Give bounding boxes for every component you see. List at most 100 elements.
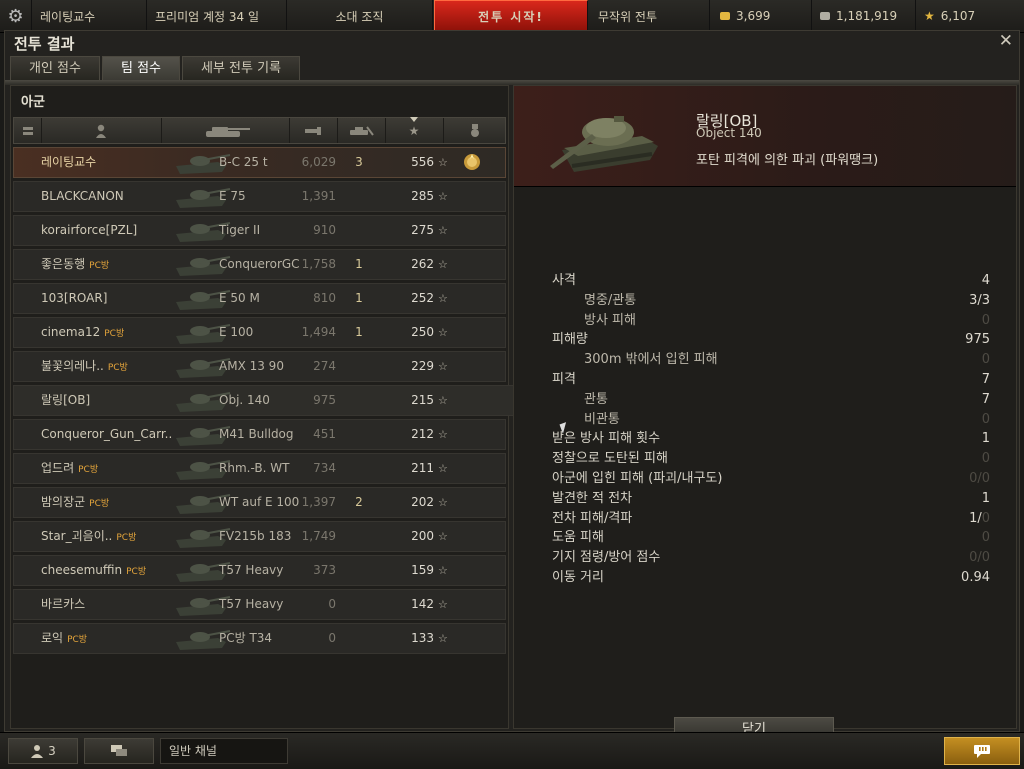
message-icon xyxy=(974,745,990,758)
player-name-cell: BLACKCANON xyxy=(41,182,124,211)
table-row[interactable]: korairforce[PZL] Tiger II 910 275 ☆ xyxy=(13,215,506,246)
table-row[interactable]: Star_괴음이.. PC방 FV215b 183 1,749 200 ☆ xyxy=(13,521,506,552)
table-row[interactable]: 103[ROAR] E 50 M 810 1 252 ☆ xyxy=(13,283,506,314)
player-name: cinema12 xyxy=(41,325,101,339)
player-name: 업드려 xyxy=(41,461,75,475)
stat-row: 300m 밖에서 입힌 피해 0 xyxy=(552,350,990,370)
player-name: cheesemuffin xyxy=(41,563,123,577)
stat-row: 관통 7 xyxy=(552,390,990,410)
player-name: 레이팅교수 xyxy=(40,9,96,24)
kills-value xyxy=(351,386,367,415)
stat-row: 사격 4 xyxy=(552,271,990,291)
battle-start-button[interactable]: 전투 시작! xyxy=(434,0,588,32)
col-tank[interactable] xyxy=(161,118,290,143)
premium-account[interactable]: 프리미엄 계정 34 일 xyxy=(147,0,287,32)
table-row[interactable]: 레이팅교수 B-C 25 t 6,029 3 556 ☆ xyxy=(13,147,506,178)
table-row[interactable]: 랄링[OB] Obj. 140 975 215 ☆ xyxy=(13,385,517,416)
table-row[interactable]: 좋은동행 PC방 ConquerorGC 1,758 1 262 ☆ xyxy=(13,249,506,280)
gold-balance[interactable]: 3,699 xyxy=(712,0,812,32)
score-value: 250 xyxy=(411,325,434,339)
chat-channels-button[interactable] xyxy=(84,738,154,764)
tab-personal[interactable]: 개인 점수 xyxy=(10,56,100,81)
tank-icon xyxy=(206,126,250,137)
stat-label: 피격 xyxy=(552,371,576,387)
damage-value: 451 xyxy=(313,427,336,441)
tank-name: WT auf E 100 xyxy=(219,495,300,509)
star-icon: ☆ xyxy=(438,462,448,475)
credits-balance[interactable]: 1,181,919 xyxy=(812,0,916,32)
col-medal[interactable] xyxy=(443,118,506,143)
kills-value xyxy=(351,590,367,619)
stat-value: 0/0 xyxy=(969,470,990,486)
detail-header: 랄링[OB] Object 140 포탄 피격에 의한 파괴 (파워땡크) xyxy=(514,86,1016,187)
table-row[interactable]: 업드려 PC방 Rhm.-B. WT 734 211 ☆ xyxy=(13,453,506,484)
kills-value xyxy=(351,624,367,653)
kills-value xyxy=(351,420,367,449)
damage-value: 975 xyxy=(313,393,336,407)
stat-row: 피해량 975 xyxy=(552,330,990,350)
star-icon: ☆ xyxy=(438,564,448,577)
team-rows: 레이팅교수 B-C 25 t 6,029 3 556 ☆ BLACKCANON E 75 1,3… xyxy=(13,147,517,657)
stat-row: 받은 방사 피해 횟수 1 xyxy=(552,429,990,449)
score-value: 159 xyxy=(411,563,434,577)
player-icon xyxy=(96,124,106,138)
star-icon: ★ xyxy=(924,9,935,23)
col-kills[interactable] xyxy=(337,118,386,143)
garage-top-bar: ⚙ 레이팅교수 프리미엄 계정 34 일 소대 조직 전투 시작! 무작위 전투… xyxy=(0,0,1024,33)
player-name-cell: Star_괴음이.. PC방 xyxy=(41,522,136,551)
table-row[interactable]: 밤의장군 PC방 WT auf E 100 1,397 2 202 ☆ xyxy=(13,487,506,518)
stat-value: 1 xyxy=(981,431,990,447)
credits-value: 1,181,919 xyxy=(836,9,898,23)
score-value: 133 xyxy=(411,631,434,645)
score-value: 211 xyxy=(411,461,434,475)
battle-results-dialog: 전투 결과 ✕ 개인 점수 팀 점수 세부 전투 기록 아군 ★ 레이팅교수 B… xyxy=(4,30,1020,742)
damage-value: 1,397 xyxy=(301,495,336,509)
table-row[interactable]: BLACKCANON E 75 1,391 285 ☆ xyxy=(13,181,506,212)
stat-value: 1/0 xyxy=(969,510,990,526)
star-icon: ★ xyxy=(408,123,420,138)
settings-button[interactable]: ⚙ xyxy=(0,0,32,32)
team-label: 아군 xyxy=(21,95,45,110)
player-name: 밤의장군 xyxy=(41,495,86,509)
notifications-button[interactable] xyxy=(944,737,1020,765)
close-icon[interactable]: ✕ xyxy=(999,31,1013,51)
stat-row: 비관통 0 xyxy=(552,410,990,430)
player-name-cell: cheesemuffin PC방 xyxy=(41,556,146,585)
stat-row: 기지 점령/방어 점수 0/0 xyxy=(552,548,990,568)
tank-name: Obj. 140 xyxy=(219,393,270,407)
score-value: 229 xyxy=(411,359,434,373)
table-row[interactable]: 로익 PC방 PC방 T34 0 133 ☆ xyxy=(13,623,506,654)
col-squad[interactable] xyxy=(14,118,42,143)
tab-detailed[interactable]: 세부 전투 기록 xyxy=(182,56,301,81)
gear-icon: ⚙ xyxy=(7,5,24,27)
contacts-button[interactable]: 3 xyxy=(8,738,78,764)
stat-label: 관통 xyxy=(584,391,608,407)
col-player[interactable] xyxy=(41,118,162,143)
tab-team[interactable]: 팀 점수 xyxy=(101,56,180,81)
player-name: 103[ROAR] xyxy=(41,291,108,305)
table-row[interactable]: cinema12 PC방 E 100 1,494 1 250 ☆ xyxy=(13,317,506,348)
damage-value: 1,758 xyxy=(301,257,336,271)
table-row[interactable]: 불꽃의레나.. PC방 AMX 13 90 274 229 ☆ xyxy=(13,351,506,382)
table-row[interactable]: Conqueror_Gun_Carr.. M41 Bulldog 451 212 ☆ xyxy=(13,419,506,450)
table-row[interactable]: 바르카스 T57 Heavy 0 142 ☆ xyxy=(13,589,506,620)
stat-row: 도움 피해 0 xyxy=(552,528,990,548)
stat-value: 0 xyxy=(981,411,990,427)
col-damage[interactable] xyxy=(289,118,338,143)
tank-name: FV215b 183 xyxy=(219,529,292,543)
chat-icon xyxy=(111,745,127,756)
tank-name: Tiger II xyxy=(219,223,261,237)
free-xp-balance[interactable]: ★ 6,107 xyxy=(916,0,1024,32)
stat-row: 이동 거리 0.94 xyxy=(552,568,990,588)
stat-label: 사격 xyxy=(552,273,576,288)
player-name-menu[interactable]: 레이팅교수 xyxy=(32,0,147,32)
squad-button[interactable]: 소대 조직 xyxy=(287,0,433,32)
medal-icon[interactable] xyxy=(462,152,482,172)
col-score[interactable]: ★ xyxy=(385,117,444,143)
table-row[interactable]: cheesemuffin PC방 T57 Heavy 373 159 ☆ xyxy=(13,555,506,586)
dialog-title: 전투 결과 xyxy=(14,35,75,53)
battle-mode-select[interactable]: 무작위 전투 xyxy=(590,0,710,32)
chat-channel-field[interactable]: 일반 채널 xyxy=(160,738,288,764)
stat-value: 4 xyxy=(981,273,990,288)
stat-label: 받은 방사 피해 횟수 xyxy=(552,431,661,447)
